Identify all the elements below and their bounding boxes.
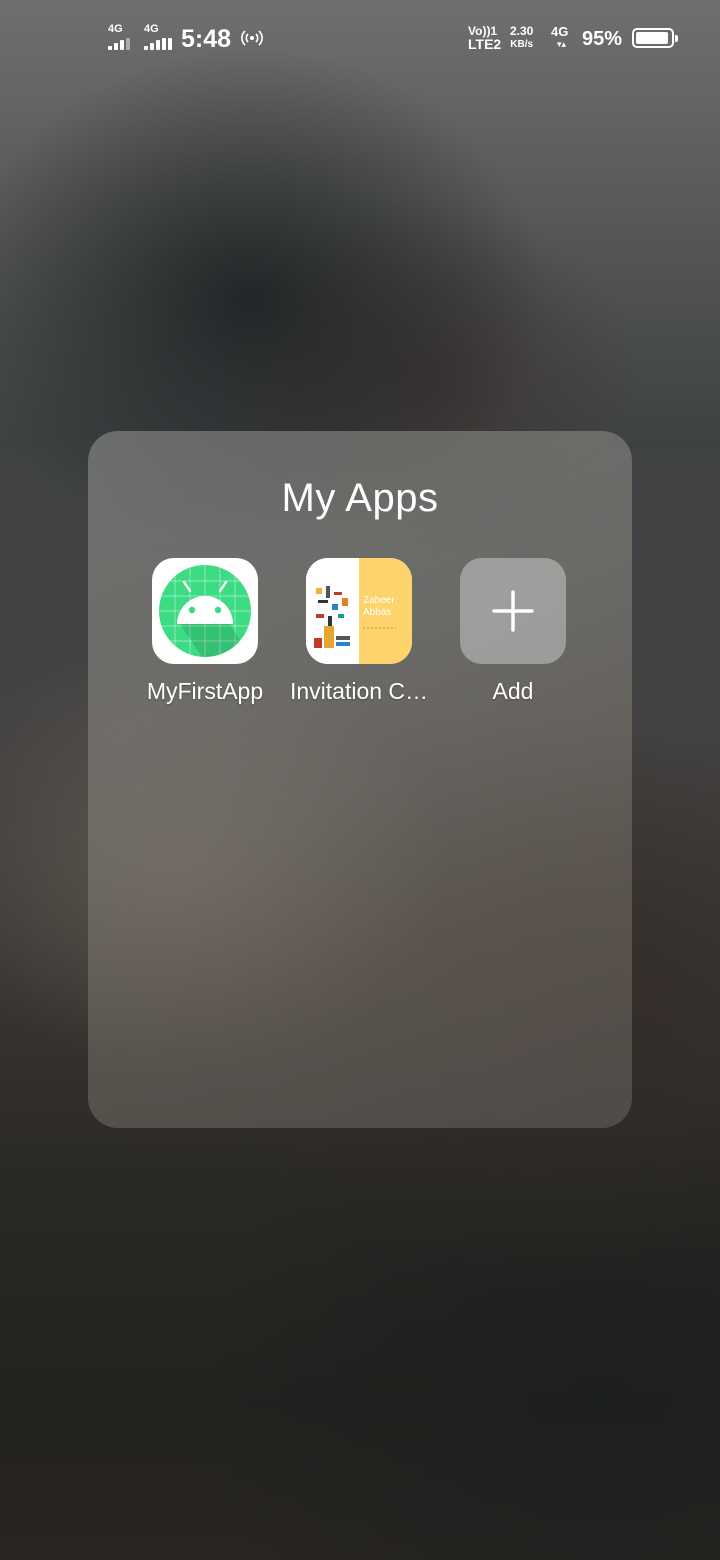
app-invitation-card[interactable]: Zaheer Abbas Invitation C…: [284, 558, 434, 708]
app-label-invitation: Invitation C…: [289, 678, 429, 704]
data-network-indicator: 4G ▾▴: [551, 25, 568, 51]
hotspot-icon: [240, 28, 264, 54]
network-speed: 2.30 KB/s: [510, 25, 533, 51]
app-label-myfirstapp: MyFirstApp: [146, 678, 264, 704]
sim2-network-label: 4G: [144, 23, 159, 35]
folder-title[interactable]: My Apps: [0, 474, 720, 522]
invite-icon-text-1: Zaheer: [363, 595, 395, 606]
app-folder: [88, 431, 632, 1128]
app-myfirstapp[interactable]: MyFirstApp: [130, 558, 280, 708]
sim2-signal-icon: 4G: [144, 24, 174, 50]
speed-value: 2.30: [510, 24, 534, 38]
sim1-signal-icon: 4G: [108, 24, 138, 50]
add-app-tile[interactable]: Add: [438, 558, 588, 708]
plus-icon[interactable]: [460, 558, 566, 664]
clock: 5:48: [181, 25, 232, 53]
volte-indicator: Vo))1 LTE2: [468, 25, 502, 52]
android-icon[interactable]: [152, 558, 258, 664]
volte-line-2: LTE2: [468, 36, 502, 52]
app-label-add: Add: [492, 678, 534, 704]
data-network-label: 4G: [551, 24, 569, 39]
invite-icon-text-2: Abbas: [363, 607, 391, 618]
invitation-card-icon[interactable]: Zaheer Abbas: [306, 558, 412, 664]
sim1-network-label: 4G: [108, 23, 123, 35]
speed-unit: KB/s: [510, 39, 534, 50]
data-activity-icon: ▾▴: [557, 39, 567, 49]
battery-percent: 95%: [582, 28, 623, 50]
battery-icon: [632, 28, 678, 48]
status-bar: 4G 4G 5:48 Vo))1 LTE2 2.30 KB/s 4G ▾▴ 95…: [0, 0, 720, 78]
